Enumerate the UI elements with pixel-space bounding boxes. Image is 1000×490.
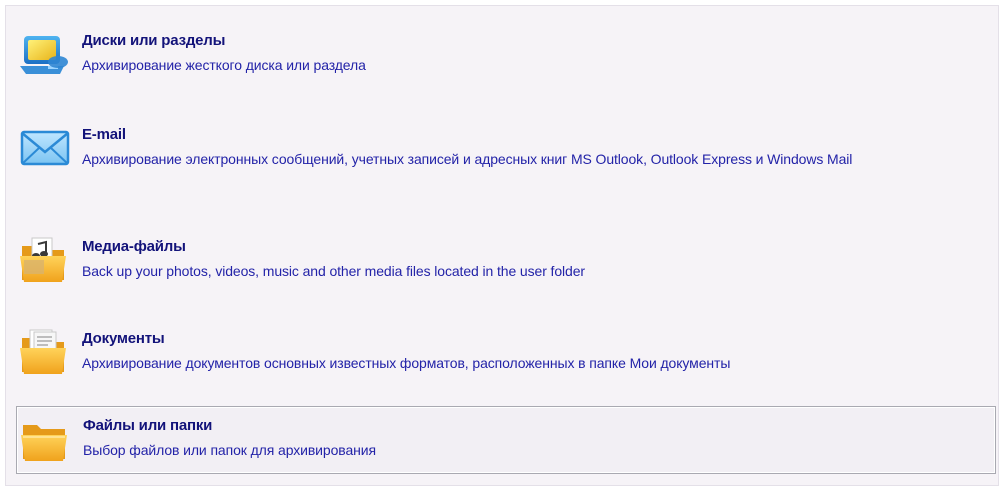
option-description: Архивирование жесткого диска или раздела (82, 57, 366, 73)
envelope-icon (18, 120, 72, 174)
option-description: Архивирование документов основных извест… (82, 355, 731, 371)
option-title: Файлы или папки (83, 417, 213, 434)
option-title: Документы (82, 330, 165, 347)
option-media-files[interactable]: Медиа-файлы Back up your photos, videos,… (16, 228, 996, 296)
monitor-disk-icon (18, 26, 72, 80)
option-title: Диски или разделы (82, 32, 226, 49)
backup-type-list: Диски или разделы Архивирование жесткого… (5, 5, 999, 486)
media-folder-icon (18, 232, 72, 286)
folder-icon (19, 411, 73, 465)
option-description: Back up your photos, videos, music and o… (82, 263, 585, 279)
option-description: Архивирование электронных сообщений, уче… (82, 151, 853, 167)
option-documents[interactable]: Документы Архивирование документов основ… (16, 320, 996, 388)
option-description: Выбор файлов или папок для архивирования (83, 442, 376, 458)
option-files-folders[interactable]: Файлы или папки Выбор файлов или папок д… (16, 406, 996, 474)
option-email[interactable]: E-mail Архивирование электронных сообщен… (16, 116, 996, 184)
documents-folder-icon (18, 324, 72, 378)
option-title: Медиа-файлы (82, 238, 186, 255)
option-title: E-mail (82, 126, 126, 143)
option-disks-partitions[interactable]: Диски или разделы Архивирование жесткого… (16, 22, 996, 90)
